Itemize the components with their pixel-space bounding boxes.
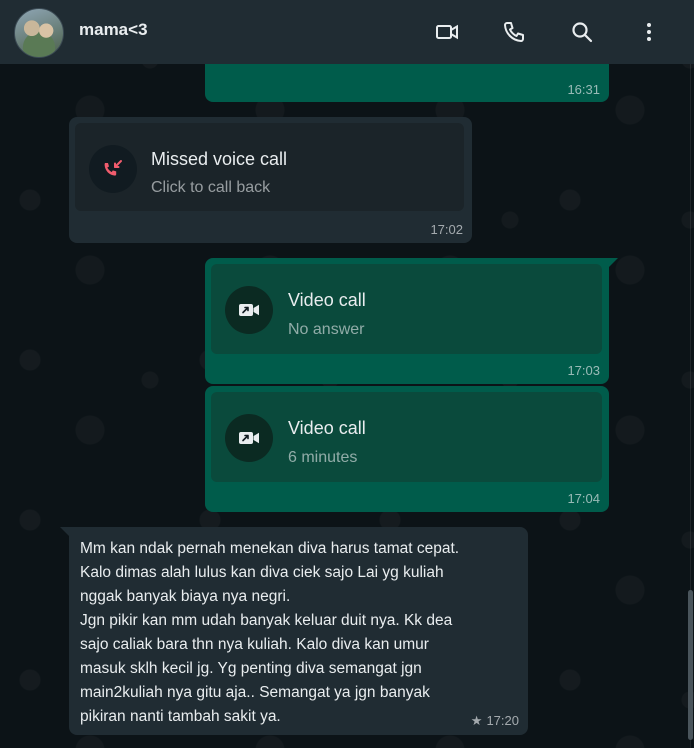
star-icon: ★ [470,713,483,728]
message-time: 17:03 [567,363,600,378]
bubble-tail [60,527,70,537]
message-bubble-outgoing[interactable]: 16:31 [205,58,609,102]
message-time: 17:20 [486,713,519,728]
scrollbar-thumb[interactable] [688,590,693,740]
video-call-card[interactable]: Video call No answer [211,264,602,354]
search-icon[interactable] [566,16,598,48]
message-bubble-outgoing[interactable]: Video call No answer 17:03 [205,258,618,384]
missed-call-card[interactable]: Missed voice call Click to call back [75,123,464,211]
message-bubble-incoming[interactable]: Missed voice call Click to call back 17:… [69,117,472,243]
call-title: Missed voice call [151,149,288,169]
bubble-tail [608,258,618,268]
call-subtitle: Click to call back [151,179,271,196]
call-title: Video call [288,418,366,438]
chat-header[interactable]: mama<3 [0,0,694,64]
message-time: 16:31 [567,82,600,97]
video-call-icon [225,414,273,462]
avatar[interactable] [14,8,64,58]
video-call-card[interactable]: Video call 6 minutes [211,392,602,482]
message-time: 17:04 [567,491,600,506]
chat-window: mama<3 16:31 Missed voice call Click to … [0,0,694,748]
voice-call-icon[interactable] [498,16,530,48]
call-subtitle: No answer [288,321,365,338]
missed-call-icon [89,145,137,193]
message-time-row: ★ 17:20 [471,713,519,729]
message-bubble-incoming[interactable]: Mm kan ndak pernah menekan diva harus ta… [60,527,528,735]
video-call-icon [225,286,273,334]
contact-name[interactable]: mama<3 [79,20,148,40]
message-text: Mm kan ndak pernah menekan diva harus ta… [80,540,460,725]
call-subtitle: 6 minutes [288,449,358,466]
menu-icon[interactable] [633,16,665,48]
video-call-icon[interactable] [431,16,463,48]
message-time: 17:02 [430,222,463,237]
call-title: Video call [288,290,366,310]
message-bubble-outgoing[interactable]: Video call 6 minutes 17:04 [205,386,609,512]
